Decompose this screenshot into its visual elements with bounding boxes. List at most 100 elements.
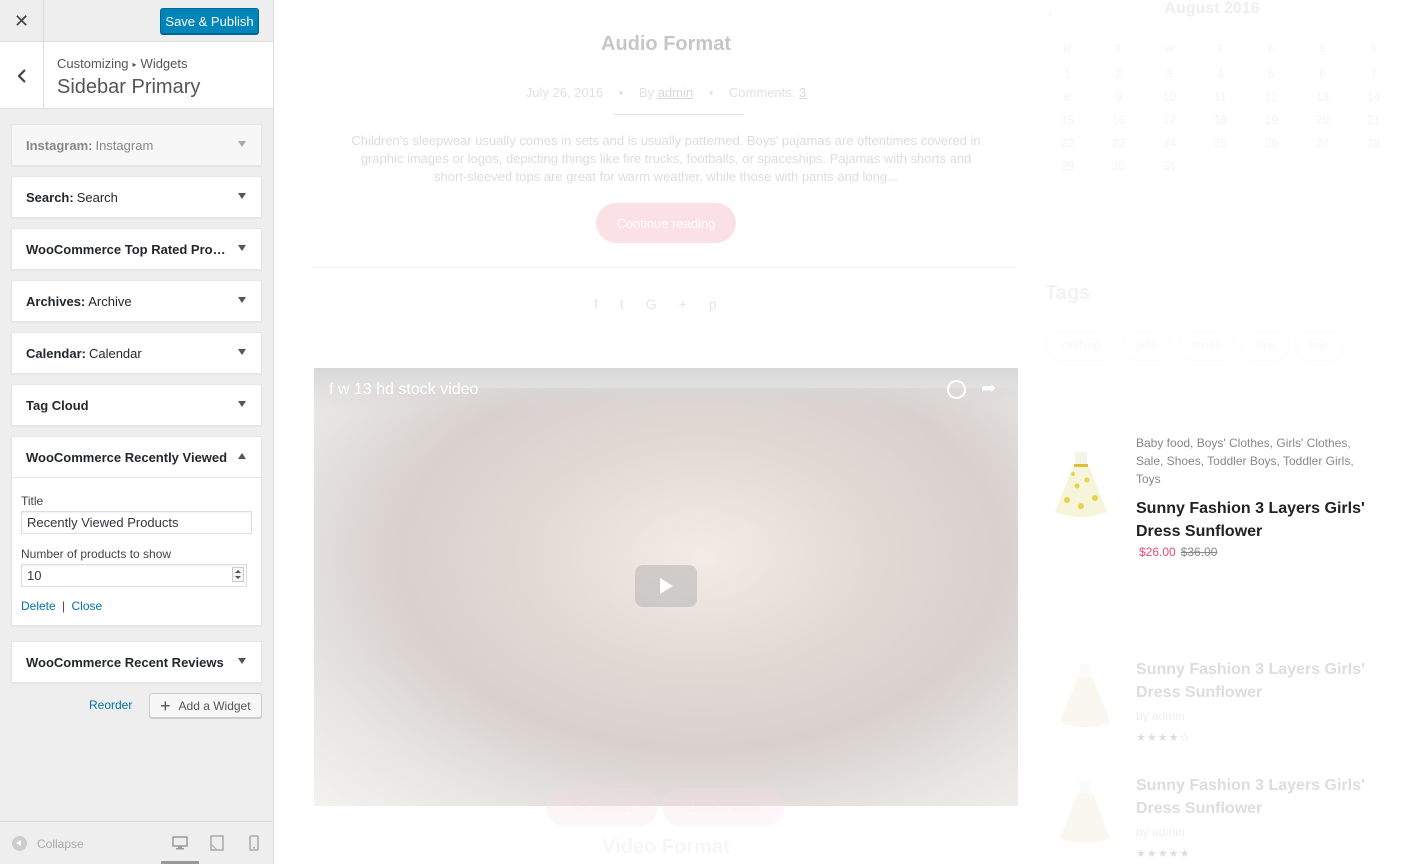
collapse-label: Collapse bbox=[37, 836, 84, 851]
expand-arrow-icon[interactable] bbox=[238, 658, 246, 664]
product-name[interactable]: Sunny Fashion 3 Layers Girls' Dress Sunf… bbox=[1136, 497, 1376, 543]
desktop-preview-icon[interactable] bbox=[172, 835, 188, 851]
share-icons: ftG+p bbox=[594, 296, 739, 312]
regular-price: $36.00 bbox=[1180, 545, 1218, 559]
comments-count[interactable]: 3 bbox=[799, 85, 806, 100]
calendar-day: 3 bbox=[1166, 67, 1173, 81]
tag-pill[interactable]: toys bbox=[1295, 331, 1345, 361]
close-button[interactable]: ✕ bbox=[0, 0, 44, 42]
mobile-preview-icon[interactable] bbox=[249, 835, 259, 851]
reorder-link[interactable]: Reorder bbox=[89, 698, 132, 712]
widget-search[interactable]: Search: Search bbox=[11, 176, 262, 218]
expand-arrow-icon[interactable] bbox=[238, 297, 246, 303]
twitter-icon[interactable]: t bbox=[620, 296, 646, 312]
next-post-title[interactable]: Video Format bbox=[274, 836, 1058, 859]
weekday: T bbox=[1217, 44, 1224, 55]
facebook-icon[interactable]: f bbox=[594, 296, 620, 312]
review-product-thumbnail[interactable] bbox=[1052, 778, 1118, 848]
plus-icon: + bbox=[160, 695, 171, 716]
widget-subtitle: Calendar bbox=[88, 345, 142, 361]
save-publish-button[interactable]: Save & Publish bbox=[160, 8, 259, 34]
collapse-arrow-icon[interactable] bbox=[238, 453, 246, 459]
calendar-grid: M T W T F S S 1234567 8 9 10 11 12 13 14 15 16 1… bbox=[1042, 44, 1399, 182]
calendar-day: 27 bbox=[1315, 136, 1330, 150]
tag-pill[interactable]: clothing bbox=[1046, 331, 1116, 361]
calendar-day: 8 bbox=[1064, 90, 1071, 104]
calendar-day: 7 bbox=[1370, 67, 1377, 81]
widget-title: WooCommerce Top Rated Produ... bbox=[26, 241, 226, 257]
close-icon: ✕ bbox=[13, 10, 30, 31]
continue-reading-button[interactable]: Continue reading bbox=[596, 203, 736, 243]
calendar-prev-icon[interactable]: ‹ bbox=[1048, 4, 1053, 20]
expand-arrow-icon[interactable] bbox=[238, 349, 246, 355]
number-spinner[interactable] bbox=[232, 567, 244, 582]
pill-button-left[interactable]: For parents bbox=[546, 788, 658, 826]
back-button[interactable] bbox=[0, 42, 44, 109]
widget-subtitle: Instagram bbox=[95, 137, 154, 153]
by-label: By bbox=[638, 85, 655, 100]
google-plus-icon[interactable]: G+ bbox=[646, 296, 709, 312]
product-thumbnail[interactable] bbox=[1047, 450, 1115, 522]
pill-button-right[interactable]: Share a video bbox=[662, 788, 784, 826]
widget-title: Archives: bbox=[26, 293, 86, 309]
review-rating-stars: ★★★★☆ bbox=[1136, 732, 1191, 744]
widget-title: WooCommerce Recent Reviews bbox=[26, 654, 224, 670]
tag-pill[interactable]: shoes bbox=[1177, 331, 1235, 361]
widget-tag-cloud[interactable]: Tag Cloud bbox=[11, 384, 262, 426]
review-product-name[interactable]: Sunny Fashion 3 Layers Girls' Dress Sunf… bbox=[1136, 658, 1376, 704]
post-title[interactable]: Audio Format bbox=[274, 33, 1058, 56]
calendar-title: August 2016 bbox=[1164, 0, 1260, 17]
calendar-day: 6 bbox=[1319, 67, 1326, 81]
pinterest-icon[interactable]: p bbox=[709, 296, 739, 312]
review-product-name[interactable]: Sunny Fashion 3 Layers Girls' Dress Sunf… bbox=[1136, 774, 1376, 820]
calendar-day: 12 bbox=[1264, 90, 1279, 104]
close-link[interactable]: Close bbox=[72, 599, 103, 613]
widget-title: Search: bbox=[26, 189, 74, 205]
calendar-day bbox=[1246, 159, 1297, 182]
actions-separator: | bbox=[62, 599, 66, 613]
expand-arrow-icon[interactable] bbox=[238, 193, 246, 199]
calendar-day: 14 bbox=[1366, 90, 1381, 104]
tablet-preview-icon[interactable] bbox=[210, 835, 224, 851]
tag-pill[interactable]: girls bbox=[1121, 331, 1171, 361]
title-field-label: Title bbox=[21, 494, 44, 508]
collapse-icon bbox=[12, 836, 27, 851]
video-player[interactable]: f w 13 hd stock video ➦ bbox=[314, 368, 1018, 806]
calendar-day: 4 bbox=[1217, 67, 1224, 81]
widget-instagram[interactable]: Instagram: Instagram bbox=[11, 124, 262, 166]
breadcrumb-section: Widgets bbox=[140, 56, 188, 71]
widget-archives[interactable]: Archives: Archive bbox=[11, 280, 262, 322]
add-widget-label: Add a Widget bbox=[178, 698, 251, 713]
calendar-day: 24 bbox=[1162, 136, 1177, 150]
widget-form: Title Recently Viewed Products Number of… bbox=[12, 477, 261, 625]
weekday: S bbox=[1370, 44, 1377, 55]
breadcrumb-root: Customizing bbox=[57, 56, 129, 71]
expand-arrow-icon[interactable] bbox=[238, 401, 246, 407]
widget-title: Instagram: bbox=[26, 137, 93, 153]
title-field[interactable]: Recently Viewed Products bbox=[21, 511, 252, 534]
tag-pill[interactable]: Tips bbox=[1240, 331, 1290, 361]
site-preview: Audio Format July 26, 2016 • By admin • … bbox=[274, 0, 1422, 864]
add-widget-button[interactable]: + Add a Widget bbox=[149, 693, 262, 718]
post-date[interactable]: July 26, 2016 bbox=[526, 85, 603, 100]
review-product-thumbnail[interactable] bbox=[1052, 662, 1118, 732]
expand-arrow-icon[interactable] bbox=[238, 245, 246, 251]
number-of-products-field[interactable]: 10 bbox=[21, 564, 247, 587]
author-link[interactable]: admin bbox=[658, 85, 693, 100]
widget-recently-viewed[interactable]: WooCommerce Recently Viewed Title Recent… bbox=[11, 436, 262, 626]
expand-arrow-icon[interactable] bbox=[238, 141, 246, 147]
calendar-day: 22 bbox=[1060, 136, 1075, 150]
delete-link[interactable]: Delete bbox=[21, 599, 56, 613]
product-categories[interactable]: Baby food, Boys' Clothes, Girls' Clothes… bbox=[1136, 434, 1376, 488]
review-author: by admin bbox=[1136, 825, 1185, 839]
widget-top-rated-products[interactable]: WooCommerce Top Rated Produ... bbox=[11, 228, 262, 270]
collapse-button[interactable]: Collapse bbox=[12, 836, 84, 851]
breadcrumb-separator-icon: ▸ bbox=[132, 60, 137, 69]
sale-price: $26.00 bbox=[1139, 545, 1176, 559]
panel-title: Sidebar Primary bbox=[57, 76, 201, 98]
breadcrumb: Customizing ▸ Widgets bbox=[57, 56, 188, 71]
calendar-day bbox=[1195, 159, 1246, 182]
divider bbox=[314, 267, 1017, 268]
widget-calendar[interactable]: Calendar: Calendar bbox=[11, 332, 262, 374]
widget-recent-reviews[interactable]: WooCommerce Recent Reviews bbox=[11, 641, 262, 683]
